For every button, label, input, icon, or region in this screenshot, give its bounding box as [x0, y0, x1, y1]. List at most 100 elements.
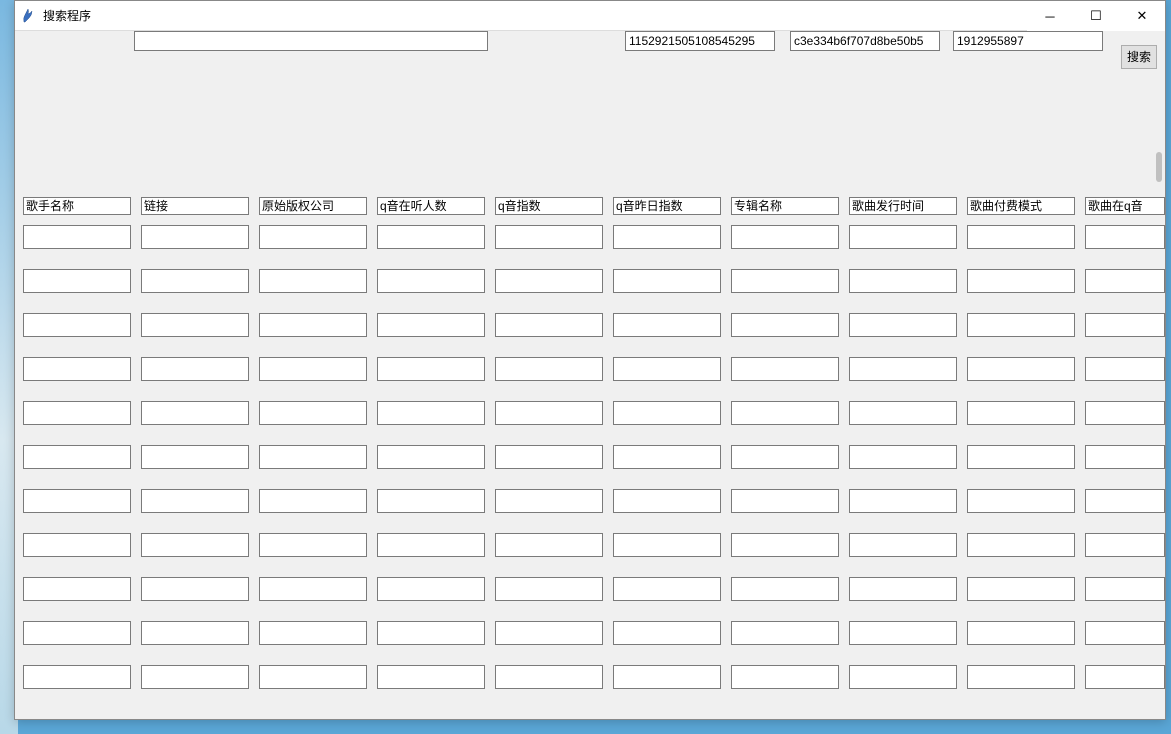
- table-cell[interactable]: [141, 533, 249, 557]
- table-cell[interactable]: [967, 357, 1075, 381]
- table-cell[interactable]: [849, 313, 957, 337]
- table-cell[interactable]: [849, 357, 957, 381]
- table-cell[interactable]: [377, 269, 485, 293]
- table-cell[interactable]: [613, 533, 721, 557]
- table-cell[interactable]: [967, 269, 1075, 293]
- search-input[interactable]: [134, 31, 488, 51]
- table-cell[interactable]: [495, 489, 603, 513]
- table-cell[interactable]: [1085, 357, 1165, 381]
- table-cell[interactable]: [23, 533, 131, 557]
- table-cell[interactable]: [377, 533, 485, 557]
- table-cell[interactable]: [259, 445, 367, 469]
- table-cell[interactable]: [141, 313, 249, 337]
- table-cell[interactable]: [613, 665, 721, 689]
- table-cell[interactable]: [1085, 225, 1165, 249]
- table-cell[interactable]: [377, 357, 485, 381]
- table-cell[interactable]: [141, 445, 249, 469]
- table-cell[interactable]: [731, 225, 839, 249]
- table-cell[interactable]: [23, 225, 131, 249]
- table-cell[interactable]: [1085, 621, 1165, 645]
- table-cell[interactable]: [23, 269, 131, 293]
- table-cell[interactable]: [377, 401, 485, 425]
- table-cell[interactable]: [1085, 533, 1165, 557]
- table-cell[interactable]: [613, 577, 721, 601]
- table-cell[interactable]: [731, 621, 839, 645]
- table-cell[interactable]: [495, 401, 603, 425]
- table-cell[interactable]: [731, 577, 839, 601]
- table-cell[interactable]: [613, 269, 721, 293]
- table-cell[interactable]: [259, 665, 367, 689]
- table-cell[interactable]: [731, 313, 839, 337]
- table-cell[interactable]: [141, 665, 249, 689]
- table-cell[interactable]: [613, 489, 721, 513]
- table-cell[interactable]: [967, 621, 1075, 645]
- table-cell[interactable]: [731, 269, 839, 293]
- table-cell[interactable]: [259, 577, 367, 601]
- table-cell[interactable]: [259, 401, 367, 425]
- table-cell[interactable]: [849, 533, 957, 557]
- table-cell[interactable]: [141, 489, 249, 513]
- minimize-button[interactable]: ─: [1027, 1, 1073, 31]
- table-cell[interactable]: [495, 577, 603, 601]
- table-cell[interactable]: [613, 313, 721, 337]
- table-cell[interactable]: [495, 313, 603, 337]
- table-cell[interactable]: [849, 665, 957, 689]
- vertical-scrollbar[interactable]: [1156, 67, 1162, 711]
- table-cell[interactable]: [849, 445, 957, 469]
- table-cell[interactable]: [1085, 489, 1165, 513]
- table-cell[interactable]: [23, 621, 131, 645]
- table-cell[interactable]: [377, 225, 485, 249]
- vertical-scroll-thumb[interactable]: [1156, 152, 1162, 182]
- table-cell[interactable]: [967, 665, 1075, 689]
- table-cell[interactable]: [377, 621, 485, 645]
- table-cell[interactable]: [141, 577, 249, 601]
- table-cell[interactable]: [495, 357, 603, 381]
- table-cell[interactable]: [613, 225, 721, 249]
- table-cell[interactable]: [613, 401, 721, 425]
- table-cell[interactable]: [967, 489, 1075, 513]
- table-cell[interactable]: [849, 577, 957, 601]
- table-cell[interactable]: [23, 445, 131, 469]
- table-cell[interactable]: [967, 401, 1075, 425]
- table-cell[interactable]: [495, 225, 603, 249]
- table-cell[interactable]: [731, 489, 839, 513]
- table-cell[interactable]: [495, 621, 603, 645]
- table-cell[interactable]: [849, 489, 957, 513]
- table-cell[interactable]: [495, 269, 603, 293]
- param1-input[interactable]: [625, 31, 775, 51]
- table-cell[interactable]: [731, 401, 839, 425]
- table-cell[interactable]: [731, 533, 839, 557]
- table-cell[interactable]: [1085, 665, 1165, 689]
- table-cell[interactable]: [495, 665, 603, 689]
- table-cell[interactable]: [967, 445, 1075, 469]
- table-cell[interactable]: [967, 313, 1075, 337]
- table-cell[interactable]: [259, 225, 367, 249]
- table-cell[interactable]: [495, 445, 603, 469]
- table-cell[interactable]: [731, 445, 839, 469]
- param3-input[interactable]: [953, 31, 1103, 51]
- table-cell[interactable]: [1085, 401, 1165, 425]
- table-cell[interactable]: [259, 621, 367, 645]
- table-cell[interactable]: [259, 313, 367, 337]
- table-cell[interactable]: [23, 357, 131, 381]
- maximize-button[interactable]: ☐: [1073, 1, 1119, 31]
- table-cell[interactable]: [377, 665, 485, 689]
- table-cell[interactable]: [1085, 445, 1165, 469]
- table-cell[interactable]: [613, 621, 721, 645]
- table-cell[interactable]: [377, 489, 485, 513]
- table-cell[interactable]: [613, 357, 721, 381]
- table-cell[interactable]: [967, 577, 1075, 601]
- table-cell[interactable]: [967, 533, 1075, 557]
- table-cell[interactable]: [613, 445, 721, 469]
- table-cell[interactable]: [377, 577, 485, 601]
- table-cell[interactable]: [141, 269, 249, 293]
- close-button[interactable]: ✕: [1119, 1, 1165, 31]
- table-cell[interactable]: [141, 225, 249, 249]
- table-cell[interactable]: [23, 313, 131, 337]
- table-cell[interactable]: [141, 357, 249, 381]
- table-cell[interactable]: [1085, 313, 1165, 337]
- table-cell[interactable]: [967, 225, 1075, 249]
- table-cell[interactable]: [141, 621, 249, 645]
- table-cell[interactable]: [849, 621, 957, 645]
- table-cell[interactable]: [141, 401, 249, 425]
